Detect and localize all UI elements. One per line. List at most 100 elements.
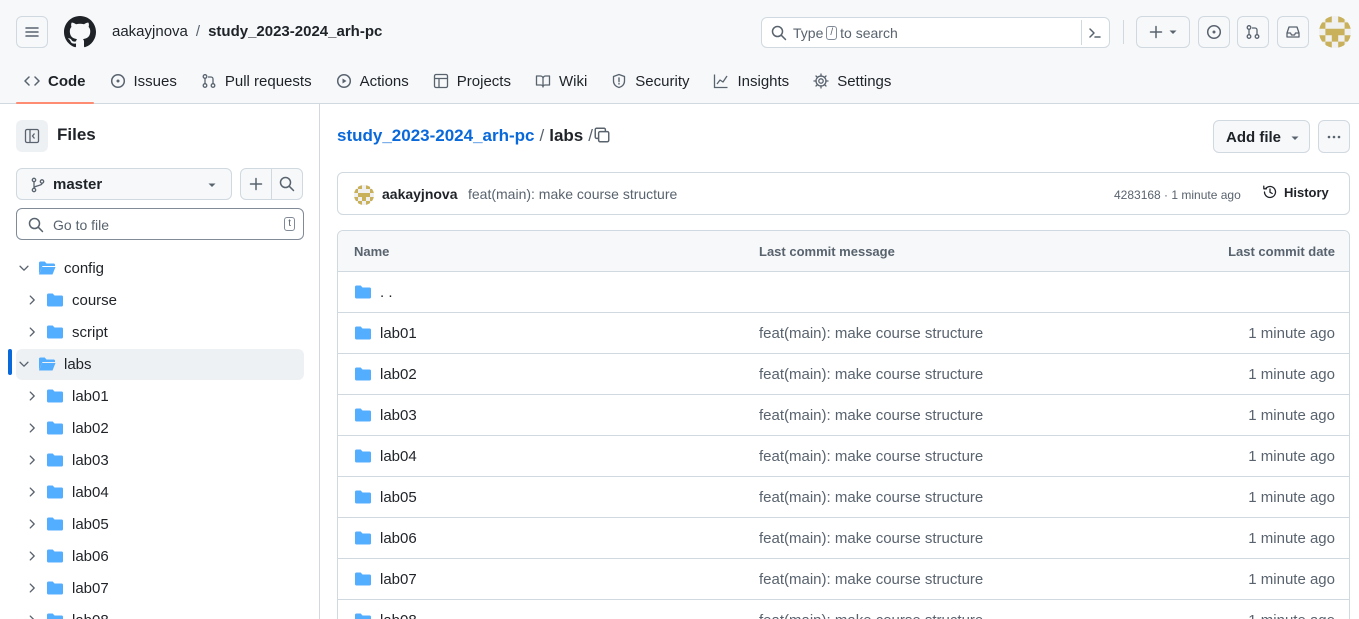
chevron-right-icon[interactable] — [25, 613, 39, 619]
tree-item-lab06[interactable]: lab06 — [16, 541, 304, 572]
file-name-link[interactable]: lab05 — [380, 489, 417, 506]
row-commit-message[interactable]: feat(main): make course structure — [759, 489, 983, 506]
tab-actions[interactable]: Actions — [328, 64, 417, 98]
row-commit-date: 1 minute ago — [1248, 366, 1335, 383]
command-palette-button[interactable] — [1081, 20, 1107, 45]
chevron-right-icon[interactable] — [25, 581, 39, 595]
chevron-right-icon[interactable] — [25, 389, 39, 403]
tree-item-lab04[interactable]: lab04 — [16, 477, 304, 508]
table-row[interactable]: lab02 feat(main): make course structure 1 … — [338, 354, 1349, 395]
tree-item-labs[interactable]: labs — [16, 349, 304, 380]
row-commit-message[interactable]: feat(main): make course structure — [759, 407, 983, 424]
row-commit-message[interactable]: feat(main): make course structure — [759, 571, 983, 588]
tab-code[interactable]: Code — [16, 64, 94, 104]
chevron-right-icon[interactable] — [25, 325, 39, 339]
parent-directory-row[interactable]: . . — [338, 272, 1349, 313]
history-button[interactable]: History — [1262, 184, 1329, 200]
inbox-button[interactable] — [1277, 16, 1309, 48]
row-commit-message[interactable]: feat(main): make course structure — [759, 325, 983, 342]
more-options-button[interactable] — [1318, 120, 1350, 153]
history-label: History — [1284, 184, 1329, 200]
tree-item-label: lab02 — [72, 420, 109, 437]
repo-tabs: Code Issues Pull requests Actions Projec… — [16, 64, 907, 104]
github-logo-icon[interactable] — [64, 16, 96, 48]
tree-item-lab01[interactable]: lab01 — [16, 381, 304, 412]
file-name-link[interactable]: lab06 — [380, 530, 417, 547]
user-avatar[interactable] — [1319, 16, 1351, 48]
table-row[interactable]: lab05 feat(main): make course structure 1 … — [338, 477, 1349, 518]
row-commit-message[interactable]: feat(main): make course structure — [759, 448, 983, 465]
tree-item-lab05[interactable]: lab05 — [16, 509, 304, 540]
menu-button[interactable] — [16, 16, 48, 48]
search-icon — [771, 25, 787, 41]
tab-security[interactable]: Security — [603, 64, 697, 98]
copy-path-icon[interactable] — [593, 126, 611, 144]
tab-wiki[interactable]: Wiki — [527, 64, 595, 98]
tree-item-lab03[interactable]: lab03 — [16, 445, 304, 476]
tab-settings[interactable]: Settings — [805, 64, 899, 98]
add-file-button[interactable]: Add file — [1213, 120, 1310, 153]
commit-meta[interactable]: 4283168 · 1 minute ago — [1114, 188, 1241, 202]
parent-directory-link[interactable]: . . — [380, 284, 393, 301]
search-files-button[interactable] — [271, 168, 303, 200]
table-row[interactable]: lab01 feat(main): make course structure 1 … — [338, 313, 1349, 354]
go-to-file-input[interactable]: Go to file t — [16, 208, 304, 240]
tab-projects[interactable]: Projects — [425, 64, 519, 98]
owner-link[interactable]: aakayjnova — [112, 22, 188, 42]
chevron-down-icon[interactable] — [17, 261, 31, 275]
tab-pull-requests[interactable]: Pull requests — [193, 64, 320, 98]
folder-icon — [354, 284, 372, 300]
table-row[interactable]: lab08 feat(main): make course structure 1 … — [338, 600, 1349, 619]
table-row[interactable]: lab07 feat(main): make course structure 1 … — [338, 559, 1349, 600]
chevron-right-icon[interactable] — [25, 421, 39, 435]
add-file-sidebar-button[interactable] — [240, 168, 272, 200]
file-name-link[interactable]: lab04 — [380, 448, 417, 465]
tab-issues[interactable]: Issues — [102, 64, 185, 98]
table-row[interactable]: lab04 feat(main): make course structure 1 … — [338, 436, 1349, 477]
chevron-right-icon[interactable] — [25, 293, 39, 307]
tab-insights[interactable]: Insights — [705, 64, 797, 98]
repo-link[interactable]: study_2023-2024_arh-pc — [208, 22, 382, 42]
tree-item-course[interactable]: course — [16, 285, 304, 316]
tree-item-script[interactable]: script — [16, 317, 304, 348]
search-placeholder-prefix: Type — [793, 25, 824, 41]
collapse-sidebar-button[interactable] — [16, 120, 48, 152]
commit-author[interactable]: aakayjnova — [382, 186, 458, 202]
pull-requests-button[interactable] — [1237, 16, 1269, 48]
row-commit-message[interactable]: feat(main): make course structure — [759, 612, 983, 619]
path-root-link[interactable]: study_2023-2024_arh-pc — [337, 126, 535, 146]
latest-commit-box: aakayjnova feat(main): make course struc… — [337, 172, 1350, 215]
file-name-link[interactable]: lab01 — [380, 325, 417, 342]
tab-label: Wiki — [558, 72, 588, 90]
row-commit-message[interactable]: feat(main): make course structure — [759, 366, 983, 383]
tree-item-label: script — [72, 324, 108, 341]
tree-item-lab07[interactable]: lab07 — [16, 573, 304, 604]
chevron-right-icon[interactable] — [25, 517, 39, 531]
chevron-right-icon[interactable] — [25, 453, 39, 467]
tab-label: Issues — [133, 72, 177, 90]
commit-author-avatar[interactable] — [354, 185, 374, 205]
file-name-link[interactable]: lab08 — [380, 612, 417, 619]
commit-message[interactable]: feat(main): make course structure — [468, 186, 677, 202]
search-input[interactable]: Type / to search — [761, 17, 1110, 48]
table-row[interactable]: lab06 feat(main): make course structure 1 … — [338, 518, 1349, 559]
create-new-button[interactable] — [1136, 16, 1190, 48]
breadcrumb-separator: / — [195, 23, 201, 40]
triangle-down-icon — [207, 180, 217, 190]
tree-item-lab02[interactable]: lab02 — [16, 413, 304, 444]
chevron-right-icon[interactable] — [25, 485, 39, 499]
tree-item-config[interactable]: config — [16, 253, 304, 284]
file-name-link[interactable]: lab03 — [380, 407, 417, 424]
row-commit-message[interactable]: feat(main): make course structure — [759, 530, 983, 547]
path-current: labs — [549, 126, 584, 145]
tree-item-label: labs — [64, 356, 92, 373]
chevron-down-icon[interactable] — [17, 357, 31, 371]
file-name-link[interactable]: lab07 — [380, 571, 417, 588]
branch-selector[interactable]: master — [16, 168, 232, 200]
issues-button[interactable] — [1198, 16, 1230, 48]
file-name-link[interactable]: lab02 — [380, 366, 417, 383]
table-row[interactable]: lab03 feat(main): make course structure 1 … — [338, 395, 1349, 436]
tree-item-lab08[interactable]: lab08 — [16, 605, 304, 619]
chevron-right-icon[interactable] — [25, 549, 39, 563]
global-header: aakayjnova / study_2023-2024_arh-pc Type… — [0, 0, 1359, 104]
